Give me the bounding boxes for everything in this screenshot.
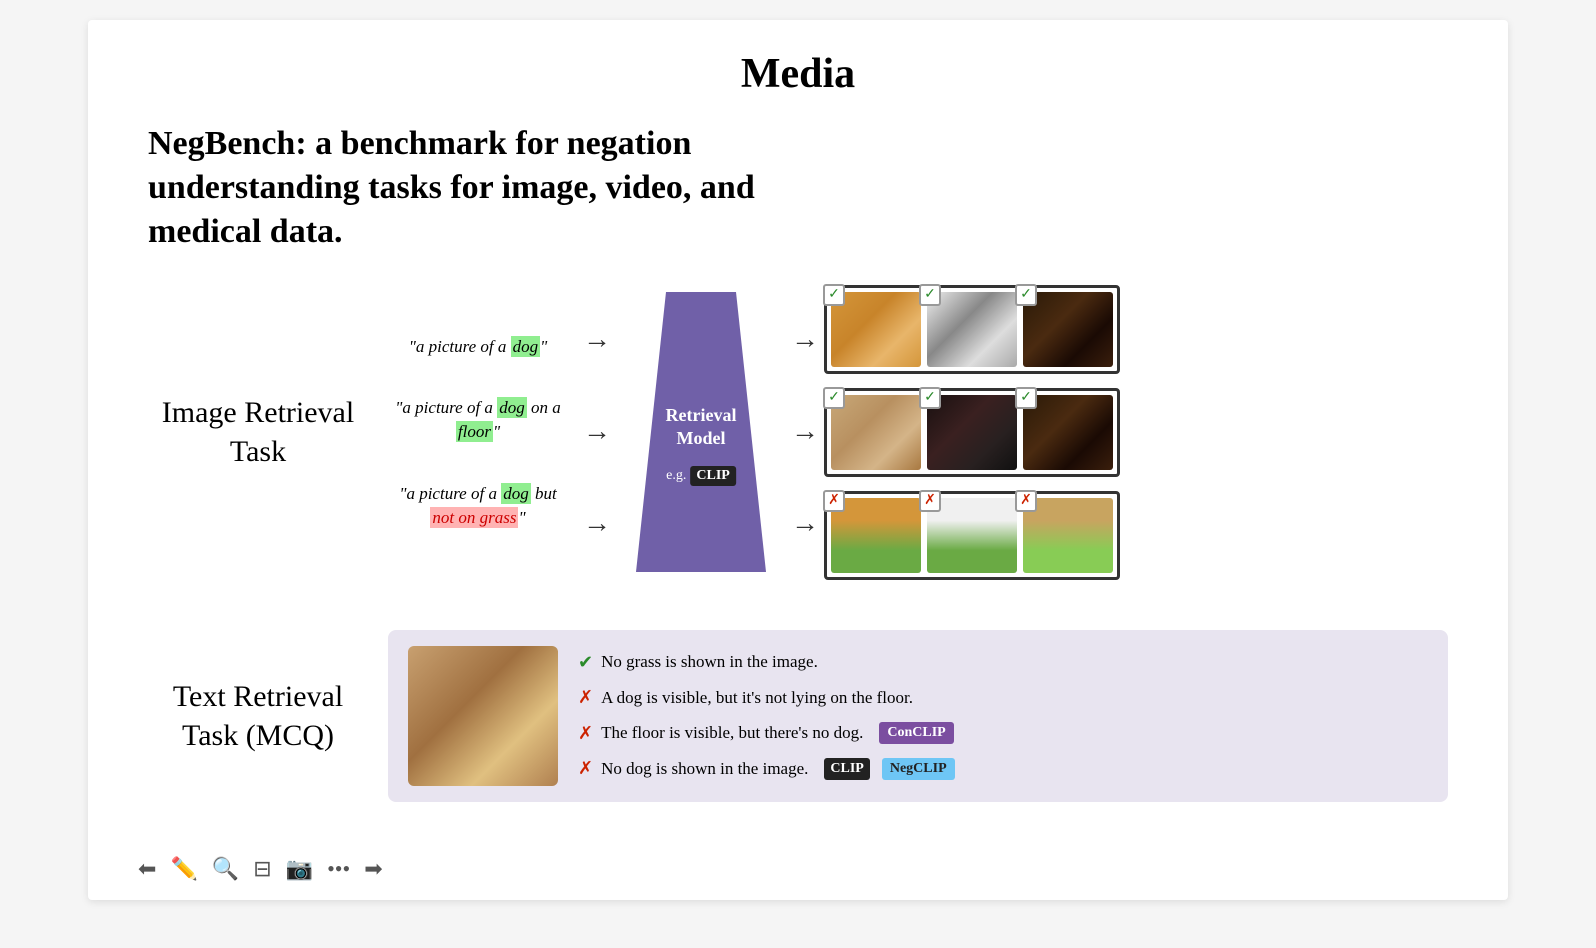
- arrow-out-2: →: [791, 416, 819, 448]
- result-row-2: ✓ ✓ ✓: [824, 388, 1120, 477]
- slide-title: Media: [148, 50, 1448, 98]
- image-retrieval-label: Image Retrieval Task: [148, 393, 368, 471]
- slide-container: Media NegBench: a benchmark for negation…: [88, 20, 1508, 900]
- result-row-1: ✓ ✓ ✓: [824, 285, 1120, 374]
- check-2-1: ✓: [823, 387, 845, 409]
- content-area: Image Retrieval Task "a picture of a dog…: [148, 285, 1448, 802]
- result-img-1-2: ✓: [927, 292, 1017, 367]
- clip-badge-model: CLIP: [690, 466, 735, 486]
- result-img-1-1: ✓: [831, 292, 921, 367]
- text-retrieval-label: Text Retrieval Task (MCQ): [148, 677, 368, 755]
- result-img-1-3: ✓: [1023, 292, 1113, 367]
- more-icon[interactable]: •••: [327, 856, 350, 882]
- pencil-icon[interactable]: ✏️: [170, 856, 197, 882]
- result-img-2-2: ✓: [927, 395, 1017, 470]
- arrow-2: →: [583, 416, 611, 448]
- check-3-2: ✗: [919, 490, 941, 512]
- check-2-2: ✓: [919, 387, 941, 409]
- results-column: ✓ ✓ ✓ ✓: [824, 285, 1120, 580]
- negclip-badge: NegCLIP: [882, 758, 955, 780]
- query-3: "a picture of a dog but not on grass": [388, 482, 568, 530]
- search-icon[interactable]: 🔍: [212, 856, 239, 882]
- query-2: "a picture of a dog on a floor": [388, 396, 568, 444]
- mcq-option-2: ✗ A dog is visible, but it's not lying o…: [578, 686, 955, 709]
- result-img-2-3: ✓: [1023, 395, 1113, 470]
- heading-bold: NegBench:: [148, 125, 307, 162]
- mcq-options: ✔ No grass is shown in the image. ✗ A do…: [578, 651, 955, 781]
- result-row-3: ✗ ✗ ✗: [824, 491, 1120, 580]
- cross-icon-2: ✗: [578, 686, 593, 709]
- check-1-2: ✓: [919, 284, 941, 306]
- arrow-1: →: [583, 324, 611, 356]
- main-heading: NegBench: a benchmark for negation under…: [148, 122, 828, 255]
- eg-text: e.g.: [666, 468, 686, 484]
- model-eg: e.g. CLIP: [666, 466, 736, 486]
- mcq-card: ✔ No grass is shown in the image. ✗ A do…: [388, 630, 1448, 802]
- clip-badge-small: CLIP: [824, 758, 869, 780]
- arrows-to-model: → → →: [583, 324, 611, 540]
- arrow-3: →: [583, 508, 611, 540]
- video-icon[interactable]: 📷: [286, 856, 313, 882]
- back-arrow-icon[interactable]: ⬅: [138, 856, 156, 882]
- check-1-1: ✓: [823, 284, 845, 306]
- model-shape: Retrieval Model e.g. CLIP: [636, 292, 766, 572]
- captions-icon[interactable]: ⊟: [253, 856, 271, 882]
- toolbar: ⬅ ✏️ 🔍 ⊟ 📷 ••• ➡: [138, 856, 383, 882]
- highlight-dog-1: dog: [511, 336, 541, 357]
- forward-arrow-icon[interactable]: ➡: [364, 856, 382, 882]
- diagram-area: "a picture of a dog" "a picture of a dog…: [388, 285, 1448, 580]
- conclip-badge: ConCLIP: [879, 722, 953, 744]
- queries-column: "a picture of a dog" "a picture of a dog…: [388, 335, 568, 530]
- result-img-2-1: ✓: [831, 395, 921, 470]
- result-img-3-1: ✗: [831, 498, 921, 573]
- arrow-out-3: →: [791, 508, 819, 540]
- image-retrieval-section: Image Retrieval Task "a picture of a dog…: [148, 285, 1448, 580]
- option-2-text: A dog is visible, but it's not lying on …: [601, 687, 913, 709]
- highlight-dog-2: dog: [497, 397, 527, 418]
- result-img-3-3: ✗: [1023, 498, 1113, 573]
- highlight-floor: floor: [456, 421, 493, 442]
- mcq-option-4: ✗ No dog is shown in the image. CLIP Neg…: [578, 757, 955, 780]
- dog-photo: [408, 646, 558, 786]
- check-icon-1: ✔: [578, 651, 593, 674]
- check-2-3: ✓: [1015, 387, 1037, 409]
- cross-icon-3: ✗: [578, 722, 593, 745]
- text-retrieval-section: Text Retrieval Task (MCQ) ✔ No grass is …: [148, 630, 1448, 802]
- check-3-1: ✗: [823, 490, 845, 512]
- highlight-dog-3: dog: [501, 483, 531, 504]
- option-4-text: No dog is shown in the image.: [601, 758, 808, 780]
- arrow-out-1: →: [791, 324, 819, 356]
- option-1-text: No grass is shown in the image.: [601, 651, 818, 673]
- result-img-3-2: ✗: [927, 498, 1017, 573]
- option-3-text: The floor is visible, but there's no dog…: [601, 722, 863, 744]
- not-phrase: not on grass: [430, 507, 518, 528]
- check-1-3: ✓: [1015, 284, 1037, 306]
- mcq-option-3: ✗ The floor is visible, but there's no d…: [578, 722, 955, 745]
- mcq-option-1: ✔ No grass is shown in the image.: [578, 651, 955, 674]
- arrows-from-model: → → →: [791, 324, 819, 540]
- query-1: "a picture of a dog": [388, 335, 568, 359]
- check-3-3: ✗: [1015, 490, 1037, 512]
- cross-icon-4: ✗: [578, 757, 593, 780]
